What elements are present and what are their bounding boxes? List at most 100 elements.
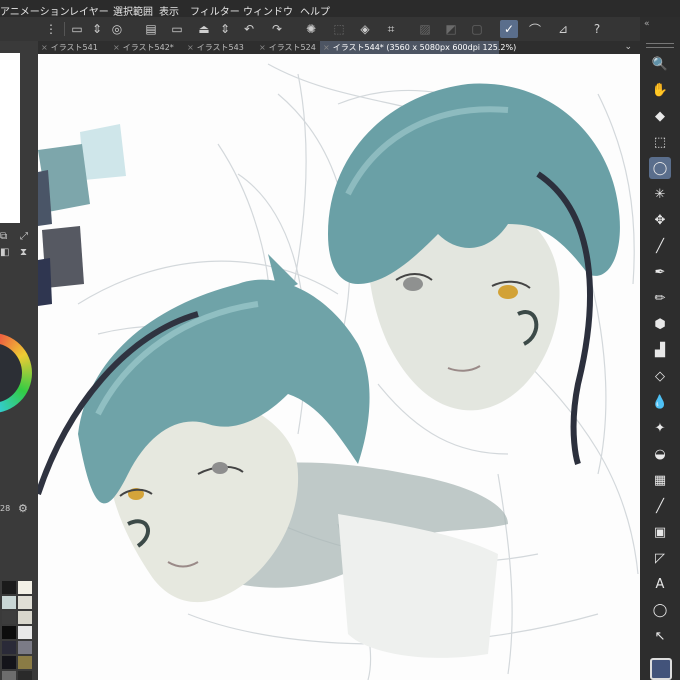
soft-eraser-icon[interactable]: ◇ [649,365,671,387]
upper-eye-right [498,285,518,299]
navigator-preview[interactable] [0,53,20,223]
clip-studio-app: アニメーション レイヤー 選択範囲 表示 フィルター ウィンドウ ヘルプ ⋮ ▭… [0,0,680,680]
left-panel: ⧉ ⤢ ◧ ⧗ 28 ⚙ [0,41,38,680]
close-icon[interactable]: × [259,43,266,52]
color-swatch[interactable] [2,581,16,594]
menu-window[interactable]: ウィンドウ [243,3,293,18]
open-icon[interactable]: ▤ [142,20,160,38]
layer-off-icon[interactable]: ▨ [416,20,434,38]
color-swatch[interactable] [2,656,16,669]
color-swatch[interactable] [18,671,32,680]
document-tab-bar: × イラスト541 × イラスト542* × イラスト543 × イラスト524 × イラ… [38,41,640,54]
color-swatch[interactable] [2,596,16,609]
close-icon[interactable]: × [113,43,120,52]
hand-icon[interactable]: ✋ [649,79,671,101]
move-icon[interactable]: ✥ [649,209,671,231]
color-swatch[interactable] [18,626,32,639]
redo-icon[interactable]: ↷ [268,20,286,38]
artwork [38,63,639,680]
save-icon[interactable]: ⏏ [195,20,213,38]
hourglass-icon[interactable]: ⧗ [20,247,27,258]
color-swatch[interactable] [2,626,16,639]
separator [64,22,65,36]
color-swatch[interactable] [18,656,32,669]
menu-bar: アニメーション レイヤー 選択範囲 表示 フィルター ウィンドウ ヘルプ [0,0,680,18]
flip-icon[interactable]: ⧉ [0,231,7,242]
lasso-icon[interactable]: ◯ [649,157,671,179]
blend-icon[interactable]: 💧 [649,391,671,413]
transform-icon[interactable]: ⬚ [330,20,348,38]
balloon-icon[interactable]: ◯ [649,599,671,621]
layer-mask-icon[interactable]: ◩ [442,20,460,38]
updown2-icon[interactable]: ⇕ [216,20,234,38]
menu-help[interactable]: ヘルプ [300,3,330,18]
fill-bucket-icon[interactable]: ◒ [649,443,671,465]
pencil-icon[interactable]: ✏ [649,287,671,309]
brush-icon[interactable]: ⬢ [649,313,671,335]
new-icon[interactable]: ▭ [68,20,86,38]
updown-icon[interactable]: ⇕ [88,20,106,38]
color-swatch[interactable] [2,611,16,624]
operation-icon[interactable]: ⬚ [649,131,671,153]
color-swatch[interactable] [18,641,32,654]
swirl-icon[interactable]: ◎ [108,20,126,38]
tab-label: イラスト544* (3560 x 5080px 600dpi 125.2%) [332,43,517,52]
crop-icon[interactable]: ⌗ [382,20,400,38]
color-swatch[interactable] [18,611,32,624]
command-bar: ⋮ ▭ ⇕ ◎ ▤ ▭ ⏏ ⇕ ↶ ↷ ✺ ⬚ ◈ ⌗ ▨ ◩ ▢ ✓ ⌒ ⊿ … [0,17,640,41]
frame-icon[interactable]: ▣ [649,521,671,543]
decoration-icon[interactable]: ✦ [649,417,671,439]
line-icon[interactable]: ╱ [649,495,671,517]
gradient-icon[interactable]: ▦ [649,469,671,491]
menu-filter[interactable]: フィルター [190,3,240,18]
menu-selection[interactable]: 選択範囲 [113,3,153,18]
ruler-snap-icon[interactable]: ⊿ [554,20,572,38]
tab-illust-543[interactable]: × イラスト543 [184,41,257,54]
zoom-icon[interactable]: 🔍 [649,53,671,75]
eraser-icon[interactable]: ◆ [649,105,671,127]
menu-layer[interactable]: レイヤー [69,3,109,18]
close-icon[interactable]: × [323,43,330,52]
current-color-swatch[interactable] [650,658,672,680]
tab-illust-524[interactable]: × イラスト524 [256,41,329,54]
correction-icon[interactable]: ↖ [649,625,671,647]
magic-wand-icon[interactable]: ✳ [649,183,671,205]
tab-illust-542[interactable]: × イラスト542* [110,41,185,54]
collapse-icon[interactable]: « [644,19,650,29]
text-icon[interactable]: A [649,573,671,595]
mirror-icon[interactable]: ◧ [0,247,9,258]
navigator-tools: ⧉ ⤢ ◧ ⧗ [0,231,38,271]
settings-icon[interactable]: ⚙ [18,502,28,515]
help-icon[interactable]: ? [588,20,606,38]
menu-view[interactable]: 表示 [159,3,179,18]
chevron-down-icon[interactable]: ⌄ [624,41,632,54]
drag-handle[interactable] [646,43,674,48]
tab-label: イラスト542* [122,43,174,52]
draw-icon[interactable]: ✓ [500,20,518,38]
color-swatch[interactable] [18,581,32,594]
tab-label: イラスト524 [268,43,316,52]
pen-icon[interactable]: ✒ [649,261,671,283]
loading-icon[interactable]: ✺ [302,20,320,38]
tab-label: イラスト541 [50,43,98,52]
tab-illust-544[interactable]: × イラスト544* (3560 x 5080px 600dpi 125.2%) [320,41,516,54]
color-swatch[interactable] [2,641,16,654]
tab-illust-541[interactable]: × イラスト541 [38,41,111,54]
menu-animation[interactable]: アニメーション [0,3,70,18]
tool-palette: « 🔍 ✋ ◆ ⬚ ◯ ✳ ✥ ╱ ✒ ✏ ⬢ ▟ ◇ 💧 ✦ ◒ ▦ ╱ ▣ ◸ A ◯ ↖ [640,17,680,680]
ruler-icon[interactable]: ◸ [649,547,671,569]
expand-icon[interactable]: ⋮ [42,20,60,38]
layer-half-icon[interactable]: ▢ [468,20,486,38]
airbrush-icon[interactable]: ▟ [649,339,671,361]
close-icon[interactable]: × [41,43,48,52]
eyedropper-icon[interactable]: ╱ [649,235,671,257]
folder-icon[interactable]: ▭ [168,20,186,38]
color-swatch[interactable] [2,671,16,680]
color-swatch[interactable] [18,596,32,609]
close-icon[interactable]: × [187,43,194,52]
brush-cursor-icon[interactable]: ⌒ [526,20,544,38]
fit-icon[interactable]: ⤢ [20,231,28,242]
canvas[interactable] [38,54,640,680]
fill-icon[interactable]: ◈ [356,20,374,38]
undo-icon[interactable]: ↶ [240,20,258,38]
